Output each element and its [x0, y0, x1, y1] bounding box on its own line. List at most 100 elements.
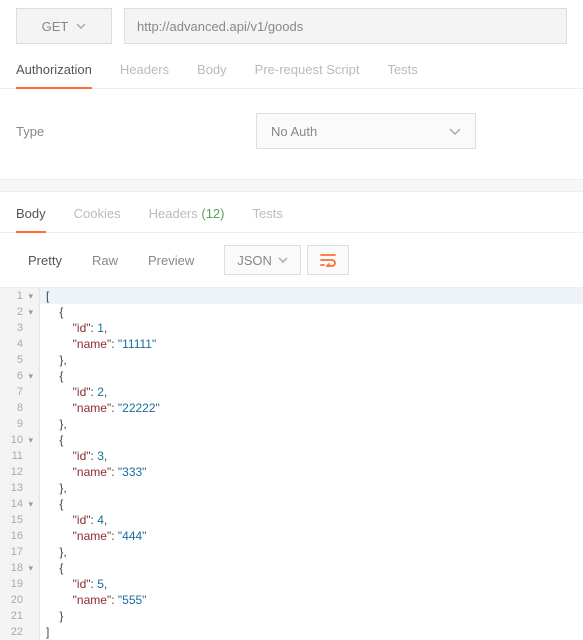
tab-prerequest[interactable]: Pre-request Script	[255, 62, 360, 88]
code-line[interactable]: 15 "id": 4,	[0, 512, 583, 528]
line-number: 21	[0, 608, 40, 624]
response-tabs: Body Cookies Headers (12) Tests	[0, 192, 583, 233]
fold-icon[interactable]: ▾	[25, 368, 33, 384]
wrap-icon	[320, 253, 336, 267]
line-number: 4	[0, 336, 40, 352]
line-number: 5	[0, 352, 40, 368]
code-line[interactable]: 11 "id": 3,	[0, 448, 583, 464]
resp-tab-cookies[interactable]: Cookies	[74, 206, 121, 232]
code-line[interactable]: 10▾ {	[0, 432, 583, 448]
auth-type-value: No Auth	[271, 124, 317, 139]
code-line[interactable]: 5 },	[0, 352, 583, 368]
format-label: JSON	[237, 253, 272, 268]
line-number: 17	[0, 544, 40, 560]
fold-icon[interactable]: ▾	[25, 304, 33, 320]
line-number: 7	[0, 384, 40, 400]
auth-type-select[interactable]: No Auth	[256, 113, 476, 149]
line-number: 15	[0, 512, 40, 528]
line-number: 12	[0, 464, 40, 480]
fold-icon[interactable]: ▾	[25, 496, 33, 512]
code-line[interactable]: 18▾ {	[0, 560, 583, 576]
resp-headers-count: (12)	[201, 206, 224, 221]
code-content: {	[40, 496, 63, 512]
line-number: 1▾	[0, 288, 40, 304]
fold-icon[interactable]: ▾	[25, 560, 33, 576]
response-body-code[interactable]: 1▾[2▾ {3 "id": 1,4 "name": "11111"5 },6▾…	[0, 287, 583, 640]
http-method-select[interactable]: GET	[16, 8, 112, 44]
code-line[interactable]: 9 },	[0, 416, 583, 432]
code-line[interactable]: 22]	[0, 624, 583, 640]
code-line[interactable]: 13 },	[0, 480, 583, 496]
view-raw-button[interactable]: Raw	[80, 245, 130, 275]
code-line[interactable]: 7 "id": 2,	[0, 384, 583, 400]
code-line[interactable]: 1▾[	[0, 288, 583, 304]
code-line[interactable]: 2▾ {	[0, 304, 583, 320]
code-line[interactable]: 21 }	[0, 608, 583, 624]
section-divider	[0, 180, 583, 192]
code-line[interactable]: 6▾ {	[0, 368, 583, 384]
chevron-down-icon	[278, 257, 288, 263]
auth-section: Type No Auth	[0, 89, 583, 180]
code-content: "name": "333"	[40, 464, 146, 480]
code-content: "name": "11111"	[40, 336, 156, 352]
code-line[interactable]: 12 "name": "333"	[0, 464, 583, 480]
code-line[interactable]: 20 "name": "555"	[0, 592, 583, 608]
wrap-lines-button[interactable]	[307, 245, 349, 275]
line-number: 14▾	[0, 496, 40, 512]
line-number: 22	[0, 624, 40, 640]
line-number: 9	[0, 416, 40, 432]
line-number: 19	[0, 576, 40, 592]
code-content: }	[40, 608, 63, 624]
view-preview-button[interactable]: Preview	[136, 245, 206, 275]
resp-tab-tests[interactable]: Tests	[253, 206, 283, 232]
code-content: ]	[40, 624, 49, 640]
code-content: "id": 5,	[40, 576, 107, 592]
code-content: {	[40, 432, 63, 448]
code-content: },	[40, 480, 67, 496]
code-line[interactable]: 16 "name": "444"	[0, 528, 583, 544]
resp-tab-headers[interactable]: Headers (12)	[149, 206, 225, 232]
request-bar: GET	[0, 0, 583, 44]
code-content: "name": "22222"	[40, 400, 160, 416]
line-number: 20	[0, 592, 40, 608]
line-number: 11	[0, 448, 40, 464]
tab-tests[interactable]: Tests	[387, 62, 417, 88]
line-number: 3	[0, 320, 40, 336]
code-content: "id": 1,	[40, 320, 107, 336]
code-line[interactable]: 3 "id": 1,	[0, 320, 583, 336]
code-content: {	[40, 560, 63, 576]
http-method-label: GET	[42, 19, 69, 34]
request-url-input[interactable]	[124, 8, 567, 44]
line-number: 8	[0, 400, 40, 416]
fold-icon[interactable]: ▾	[25, 432, 33, 448]
tab-body[interactable]: Body	[197, 62, 227, 88]
line-number: 10▾	[0, 432, 40, 448]
code-content: },	[40, 416, 67, 432]
code-content: {	[40, 368, 63, 384]
code-line[interactable]: 17 },	[0, 544, 583, 560]
code-content: },	[40, 352, 67, 368]
code-content: },	[40, 544, 67, 560]
line-number: 16	[0, 528, 40, 544]
chevron-down-icon	[449, 128, 461, 135]
code-content: "name": "444"	[40, 528, 146, 544]
format-select[interactable]: JSON	[224, 245, 301, 275]
code-content: "name": "555"	[40, 592, 146, 608]
code-line[interactable]: 8 "name": "22222"	[0, 400, 583, 416]
tab-authorization[interactable]: Authorization	[16, 62, 92, 89]
view-pretty-button[interactable]: Pretty	[16, 245, 74, 275]
code-content: [	[40, 288, 49, 304]
line-number: 18▾	[0, 560, 40, 576]
code-content: "id": 2,	[40, 384, 107, 400]
resp-tab-headers-label: Headers	[149, 206, 198, 221]
fold-icon[interactable]: ▾	[25, 288, 33, 304]
code-content: "id": 3,	[40, 448, 107, 464]
code-line[interactable]: 14▾ {	[0, 496, 583, 512]
tab-headers[interactable]: Headers	[120, 62, 169, 88]
code-line[interactable]: 4 "name": "11111"	[0, 336, 583, 352]
code-content: {	[40, 304, 63, 320]
chevron-down-icon	[76, 23, 86, 29]
code-line[interactable]: 19 "id": 5,	[0, 576, 583, 592]
resp-tab-body[interactable]: Body	[16, 206, 46, 233]
line-number: 13	[0, 480, 40, 496]
